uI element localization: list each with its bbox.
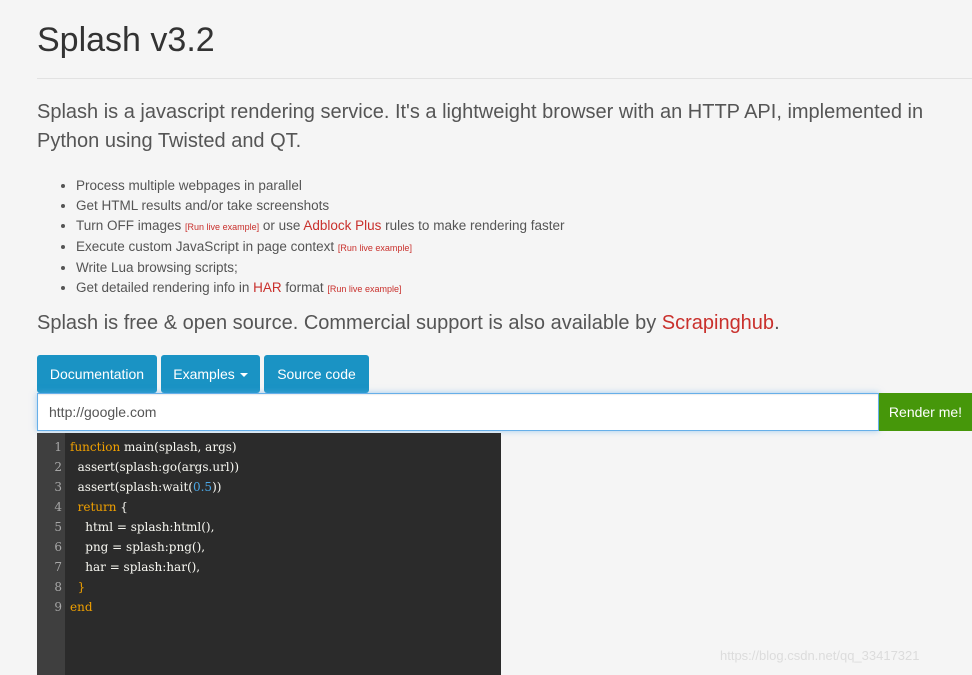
feature-item: Process multiple webpages in parallel bbox=[76, 176, 565, 196]
run-live-example-link[interactable]: [Run live example] bbox=[327, 284, 401, 294]
code-lines: 1 function main(splash, args) 2 assert(sp… bbox=[37, 437, 501, 617]
source-code-button[interactable]: Source code bbox=[264, 355, 369, 393]
feature-text: Get HTML results and/or take screenshots bbox=[76, 198, 330, 213]
feature-text: rules to make rendering faster bbox=[381, 218, 565, 233]
feature-item: Execute custom JavaScript in page contex… bbox=[76, 237, 565, 258]
feature-list: Process multiple webpages in parallel Ge… bbox=[58, 176, 565, 299]
code-text: return { bbox=[70, 497, 128, 517]
feature-item: Write Lua browsing scripts; bbox=[76, 258, 565, 278]
code-line: 1 function main(splash, args) bbox=[37, 437, 501, 457]
code-text: html = splash:html(), bbox=[70, 520, 215, 534]
code-line: 4 return { bbox=[37, 497, 501, 517]
feature-text: format bbox=[281, 280, 324, 295]
examples-label: Examples bbox=[173, 366, 235, 382]
caret-down-icon bbox=[239, 373, 248, 378]
code-text: png = splash:png(), bbox=[70, 540, 206, 554]
keyword: end bbox=[70, 600, 93, 614]
feature-text: or use bbox=[259, 218, 304, 233]
url-input[interactable] bbox=[37, 393, 879, 431]
code-line: 3 assert(splash:wait(0.5)) bbox=[37, 477, 501, 497]
line-number: 4 bbox=[54, 500, 62, 514]
code-text: assert(splash:wait(0.5)) bbox=[70, 477, 222, 497]
line-number: 8 bbox=[54, 580, 62, 594]
feature-text: Write Lua browsing scripts; bbox=[76, 260, 238, 275]
header-divider bbox=[37, 78, 972, 79]
adblock-plus-link[interactable]: Adblock Plus bbox=[303, 218, 381, 233]
render-button[interactable]: Render me! bbox=[879, 393, 972, 431]
documentation-label: Documentation bbox=[49, 366, 145, 382]
feature-item: Turn OFF images [Run live example] or us… bbox=[76, 216, 565, 237]
code-text-a: assert(splash:wait( bbox=[70, 480, 193, 494]
free-text: Splash is free & open source. Commercial… bbox=[37, 312, 662, 334]
code-text: function main(splash, args) bbox=[70, 437, 237, 457]
scrapinghub-link[interactable]: Scrapinghub bbox=[662, 312, 774, 334]
code-line: 2 assert(splash:go(args.url)) bbox=[37, 457, 501, 477]
page-title: Splash v3.2 bbox=[37, 21, 215, 59]
code-text: } bbox=[70, 580, 86, 594]
intro-lead: Splash is a javascript rendering service… bbox=[37, 101, 924, 152]
code-text: har = splash:har(), bbox=[70, 560, 201, 574]
run-live-example-link[interactable]: [Run live example] bbox=[338, 243, 412, 253]
feature-item: Get HTML results and/or take screenshots bbox=[76, 196, 565, 216]
feature-text: Process multiple webpages in parallel bbox=[76, 178, 302, 193]
source-code-label: Source code bbox=[277, 366, 356, 382]
code-text-rest: main(splash, args) bbox=[120, 440, 237, 454]
examples-dropdown-button[interactable]: Examples bbox=[161, 355, 260, 393]
line-number: 7 bbox=[54, 560, 62, 574]
line-number: 9 bbox=[54, 600, 62, 614]
feature-item: Get detailed rendering info in HAR forma… bbox=[76, 278, 565, 299]
code-line: 6 png = splash:png(), bbox=[37, 537, 501, 557]
keyword: function bbox=[70, 440, 121, 454]
code-line: 9 end bbox=[37, 597, 501, 617]
line-number: 1 bbox=[54, 440, 62, 454]
free-text-end: . bbox=[774, 312, 780, 334]
code-line: 8 } bbox=[37, 577, 501, 597]
har-link[interactable]: HAR bbox=[253, 280, 282, 295]
feature-text: Get detailed rendering info in bbox=[76, 280, 254, 295]
number-literal: 0.5 bbox=[192, 480, 213, 494]
feature-text: Execute custom JavaScript in page contex… bbox=[76, 239, 335, 254]
code-text-b: )) bbox=[212, 480, 222, 494]
line-number: 2 bbox=[54, 460, 62, 474]
code-text: assert(splash:go(args.url)) bbox=[70, 460, 240, 474]
code-line: 5 html = splash:html(), bbox=[37, 517, 501, 537]
run-live-example-link[interactable]: [Run live example] bbox=[185, 222, 259, 232]
documentation-button[interactable]: Documentation bbox=[37, 355, 157, 393]
render-label: Render me! bbox=[888, 404, 963, 420]
code-text-rest: { bbox=[116, 500, 128, 514]
line-number: 5 bbox=[54, 520, 62, 534]
lua-script-editor[interactable]: 1 function main(splash, args) 2 assert(sp… bbox=[37, 433, 501, 675]
watermark: https://blog.csdn.net/qq_33417321 bbox=[720, 648, 920, 663]
feature-text: Turn OFF images bbox=[76, 218, 182, 233]
line-number: 6 bbox=[54, 540, 62, 554]
line-number: 3 bbox=[54, 480, 62, 494]
code-line: 7 har = splash:har(), bbox=[37, 557, 501, 577]
free-statement: Splash is free & open source. Commercial… bbox=[37, 309, 780, 337]
keyword: return bbox=[70, 500, 117, 514]
